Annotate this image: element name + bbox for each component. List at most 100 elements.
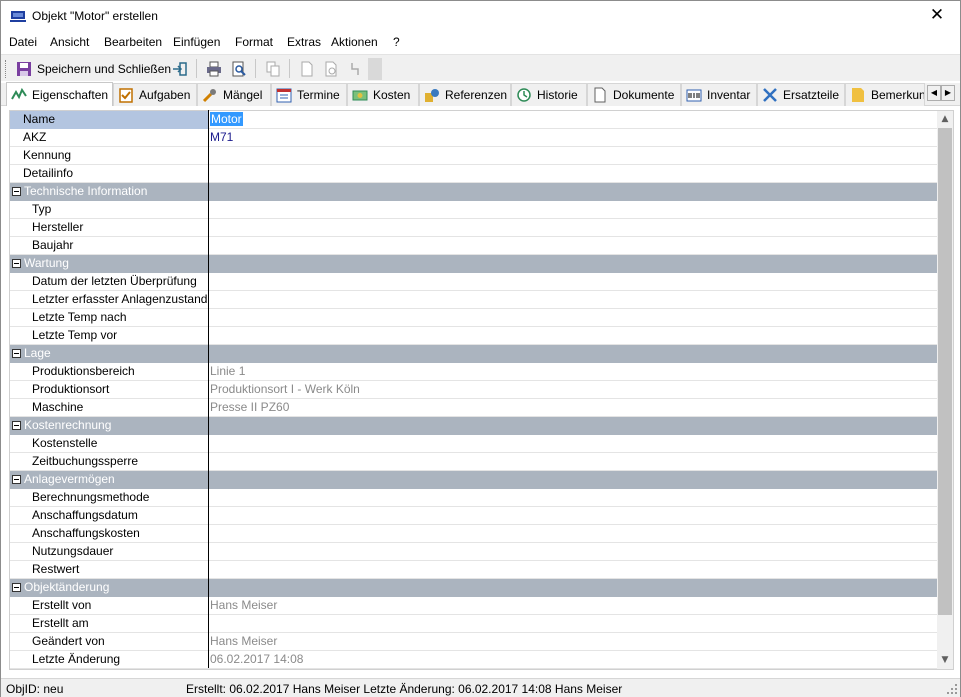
property-value[interactable]: Produktionsort I - Werk Köln [210, 381, 938, 399]
close-object-button[interactable] [172, 58, 188, 79]
column-separator[interactable] [208, 110, 209, 668]
property-row[interactable]: Kennung [10, 147, 938, 165]
tab-eigenschaften[interactable]: Eigenschaften [6, 82, 113, 106]
property-value[interactable] [210, 237, 938, 255]
property-row[interactable]: Baujahr [10, 237, 938, 255]
property-row[interactable]: Letzter erfasster Anlagenzustand [10, 291, 938, 309]
tab-referenzen[interactable]: Referenzen [419, 83, 511, 106]
property-value[interactable] [210, 219, 938, 237]
tab-kosten[interactable]: Kosten [347, 83, 419, 106]
property-value[interactable]: Hans Meiser [210, 633, 938, 651]
property-row[interactable]: Letzte Änderung 06.02.2017 14:08 [10, 651, 938, 669]
toolbar-grip[interactable] [5, 60, 8, 78]
property-row[interactable]: Berechnungsmethode [10, 489, 938, 507]
menu-ansicht[interactable]: Ansicht [50, 35, 89, 49]
new-object-button[interactable] [299, 58, 315, 79]
property-row[interactable]: Restwert [10, 561, 938, 579]
property-value[interactable] [210, 201, 938, 219]
menu-datei[interactable]: Datei [9, 35, 37, 49]
menu-bearbeiten[interactable]: Bearbeiten [104, 35, 162, 49]
property-value[interactable] [210, 435, 938, 453]
property-value[interactable] [210, 273, 938, 291]
save-and-close-button[interactable]: Speichern und Schließen [16, 58, 171, 79]
toolbar-overflow[interactable] [368, 58, 382, 80]
tab-scroll-left[interactable]: ◀ [927, 85, 941, 101]
property-row[interactable]: Nutzungsdauer [10, 543, 938, 561]
close-button[interactable]: ✕ [914, 1, 960, 32]
property-value[interactable]: Linie 1 [210, 363, 938, 381]
property-value[interactable] [210, 453, 938, 471]
property-value[interactable] [210, 147, 938, 165]
property-row[interactable]: Erstellt am [10, 615, 938, 633]
property-row[interactable]: Letzte Temp vor [10, 327, 938, 345]
tab-maengel[interactable]: Mängel [197, 83, 271, 106]
tab-aufgaben[interactable]: Aufgaben [113, 83, 197, 106]
refresh-button[interactable] [323, 58, 339, 79]
tab-ersatzteile[interactable]: Ersatzteile [757, 83, 845, 106]
link-button[interactable] [347, 58, 363, 79]
property-row[interactable]: Anschaffungskosten [10, 525, 938, 543]
property-label: Letzter erfasster Anlagenzustand [32, 292, 208, 306]
category-row[interactable]: Objektänderung [10, 579, 938, 597]
property-value[interactable]: Hans Meiser [210, 597, 938, 615]
property-row[interactable]: Geändert von Hans Meiser [10, 633, 938, 651]
category-row[interactable]: Technische Information [10, 183, 938, 201]
property-value[interactable]: M71 [210, 129, 938, 147]
property-value[interactable] [210, 309, 938, 327]
property-row[interactable]: Hersteller [10, 219, 938, 237]
property-row[interactable]: Detailinfo [10, 165, 938, 183]
property-row[interactable]: Anschaffungsdatum [10, 507, 938, 525]
property-value[interactable] [210, 291, 938, 309]
selected-text[interactable]: Motor [210, 112, 243, 126]
property-row[interactable]: Zeitbuchungssperre [10, 453, 938, 471]
property-row[interactable]: Kostenstelle [10, 435, 938, 453]
print-button[interactable] [206, 58, 222, 79]
category-label: Anlagevermögen [24, 472, 115, 486]
menu-einfuegen[interactable]: Einfügen [173, 35, 220, 49]
property-value[interactable] [210, 165, 938, 183]
property-value[interactable] [210, 327, 938, 345]
scroll-up-icon[interactable]: ▲ [937, 111, 953, 128]
menu-extras[interactable]: Extras [287, 35, 321, 49]
window-title: Objekt "Motor" erstellen [32, 9, 158, 23]
scroll-thumb[interactable] [938, 128, 952, 615]
copy-object-button[interactable] [265, 58, 281, 79]
property-value[interactable] [210, 561, 938, 579]
tab-termine[interactable]: Termine [271, 83, 347, 106]
print-preview-button[interactable] [231, 58, 247, 79]
property-row[interactable]: Letzte Temp nach [10, 309, 938, 327]
tab-inventar[interactable]: Inventar [681, 83, 757, 106]
property-row[interactable]: Maschine Presse II PZ60 [10, 399, 938, 417]
property-value[interactable]: Presse II PZ60 [210, 399, 938, 417]
tab-label: Termine [297, 88, 340, 102]
property-value[interactable]: 06.02.2017 14:08 [210, 651, 938, 669]
property-row[interactable]: Datum der letzten Überprüfung [10, 273, 938, 291]
property-row[interactable]: Name Motor [10, 111, 938, 129]
vertical-scrollbar[interactable]: ▲ ▼ [937, 111, 953, 669]
tab-historie[interactable]: Historie [511, 83, 587, 106]
property-value[interactable] [210, 615, 938, 633]
tab-bemerkungen[interactable]: Bemerkungen [845, 83, 925, 106]
property-row[interactable]: Erstellt von Hans Meiser [10, 597, 938, 615]
menu-aktionen[interactable]: Aktionen [331, 35, 378, 49]
property-value[interactable] [210, 543, 938, 561]
tab-scroll-right[interactable]: ▶ [941, 85, 955, 101]
property-row[interactable]: Typ [10, 201, 938, 219]
menu-help[interactable]: ? [393, 35, 400, 49]
category-row[interactable]: Wartung [10, 255, 938, 273]
property-value[interactable] [210, 507, 938, 525]
category-row[interactable]: Lage [10, 345, 938, 363]
property-row[interactable]: AKZ M71 [10, 129, 938, 147]
property-value[interactable] [210, 489, 938, 507]
property-value[interactable]: Motor [210, 111, 938, 129]
resize-grip-icon[interactable] [947, 684, 958, 695]
category-label: Objektänderung [24, 580, 110, 594]
property-row[interactable]: Produktionsbereich Linie 1 [10, 363, 938, 381]
property-value[interactable] [210, 525, 938, 543]
property-row[interactable]: Produktionsort Produktionsort I - Werk Kö… [10, 381, 938, 399]
menu-format[interactable]: Format [235, 35, 273, 49]
scroll-down-icon[interactable]: ▼ [937, 652, 953, 669]
tab-dokumente[interactable]: Dokumente [587, 83, 681, 106]
category-row[interactable]: Anlagevermögen [10, 471, 938, 489]
category-row[interactable]: Kostenrechnung [10, 417, 938, 435]
